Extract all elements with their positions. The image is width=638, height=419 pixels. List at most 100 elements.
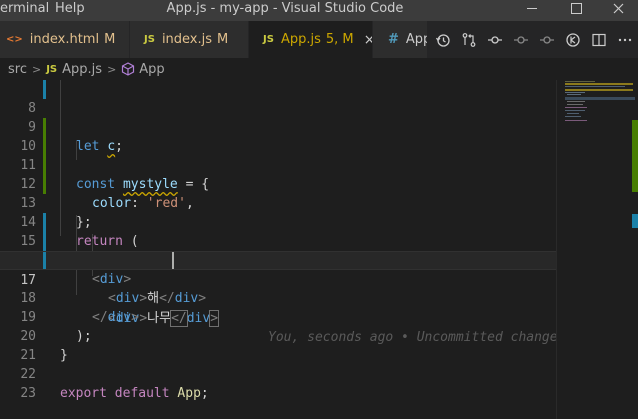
minimap-line — [567, 104, 583, 105]
next-commit-button[interactable] — [534, 27, 560, 53]
window-title: App.js - my-app - Visual Studio Code — [0, 0, 570, 17]
code-editor[interactable]: 8 let c; 9 10 const mystyle = { 11 color… — [0, 80, 556, 419]
minimap[interactable] — [556, 80, 638, 419]
breadcrumb-symbol[interactable]: App — [121, 62, 164, 77]
breadcrumb-folder-label: src — [8, 62, 27, 77]
minimap-line — [567, 94, 581, 95]
gutter-added-marker[interactable] — [43, 137, 46, 156]
breadcrumb-file[interactable]: JS App.js — [46, 62, 102, 77]
tab-close-button[interactable]: × — [364, 32, 373, 48]
minimize-icon — [527, 8, 537, 9]
more-actions-button[interactable] — [612, 27, 638, 53]
code-line: 9 — [0, 99, 556, 118]
text-cursor — [172, 252, 174, 269]
breadcrumb-symbol-label: App — [139, 62, 164, 77]
code-line: 11 color: 'red', — [0, 137, 556, 156]
punctuation: ; — [201, 386, 209, 401]
git-compare-icon — [461, 32, 477, 48]
minimize-button[interactable] — [512, 0, 552, 17]
chevron-right-icon: > — [107, 63, 116, 76]
tab-label: index.js — [162, 32, 212, 47]
split-editor-button[interactable] — [586, 27, 612, 53]
minimap-line — [565, 92, 585, 93]
tab-label: App.js — [281, 32, 321, 47]
code-line: 19 ); — [0, 289, 556, 308]
minimap-line — [565, 86, 625, 87]
go-to-commit-button[interactable] — [482, 27, 508, 53]
keyword: default — [115, 386, 170, 401]
tab-index-js[interactable]: JS index.js M — [130, 21, 249, 58]
code-line: 20 } — [0, 308, 556, 327]
tab-app-css[interactable]: # App — [373, 21, 428, 58]
gutter-added-marker[interactable] — [43, 175, 46, 194]
code-line: 16 <div>해</div> — [0, 232, 556, 251]
breadcrumb-folder[interactable]: src — [8, 62, 27, 77]
keyword: export — [60, 386, 107, 401]
tab-label: index.html — [30, 32, 99, 47]
minimap-line — [565, 107, 587, 108]
editor-actions — [428, 21, 638, 58]
gutter-added-marker[interactable] — [43, 156, 46, 175]
minimap-highlight — [565, 97, 635, 100]
minimap-line — [565, 81, 595, 82]
code-line: 10 const mystyle = { — [0, 118, 556, 137]
previous-commit-button[interactable] — [508, 27, 534, 53]
code-line: 21 — [0, 327, 556, 346]
gutter-added-marker[interactable] — [43, 118, 46, 137]
code-line: 14 return ( — [0, 194, 556, 213]
tab-status: M — [104, 32, 115, 47]
js-file-icon: JS — [144, 34, 155, 45]
minimap-line — [565, 120, 587, 121]
close-window-button[interactable] — [598, 0, 638, 17]
css-file-icon: # — [388, 32, 399, 47]
identifier: App — [177, 386, 200, 401]
code-line: 15 <div> — [0, 213, 556, 232]
minimap-highlight — [565, 89, 633, 91]
minimap-added-marker — [632, 120, 638, 192]
split-editor-icon — [591, 32, 607, 48]
minimap-line — [565, 116, 581, 117]
minimap-line — [567, 113, 579, 114]
code-line: 8 let c; — [0, 80, 556, 99]
tab-app-js[interactable]: JS App.js 5, M × — [249, 21, 373, 58]
timeline-button[interactable] — [430, 27, 456, 53]
tab-index-html[interactable]: <> index.html M — [0, 21, 130, 58]
code-line: 13 — [0, 175, 556, 194]
breadcrumb: src > JS App.js > App — [0, 58, 638, 80]
code-line-current: 17 <div>나무</div> You, seconds ago • Unco… — [0, 251, 556, 270]
code-line: 22 export default App; — [0, 346, 556, 365]
minimap-line — [567, 101, 585, 102]
gutter-modified-marker[interactable] — [43, 232, 46, 251]
gutter-modified-marker[interactable] — [43, 213, 46, 232]
gitlens-icon — [565, 32, 581, 48]
close-icon — [613, 3, 624, 14]
compare-changes-button[interactable] — [456, 27, 482, 53]
git-commit-icon — [487, 32, 503, 48]
toggle-blame-button[interactable] — [560, 27, 586, 53]
minimap-highlight — [565, 83, 633, 85]
git-commit-icon — [513, 32, 529, 48]
tab-status: 5, M — [326, 32, 354, 47]
title-bar: erminal Help App.js - my-app - Visual St… — [0, 0, 638, 21]
symbol-method-icon — [121, 62, 135, 76]
line-number: 23 — [0, 384, 36, 403]
chevron-right-icon: > — [32, 63, 41, 76]
maximize-button[interactable] — [556, 0, 596, 17]
code-line: 18 </div> — [0, 270, 556, 289]
minimap-line — [565, 110, 585, 111]
git-commit-icon — [539, 32, 555, 48]
gutter-modified-marker[interactable] — [43, 80, 46, 99]
code-line: 23 — [0, 365, 556, 384]
maximize-icon — [571, 3, 582, 14]
minimap-modified-marker — [632, 214, 638, 228]
gutter-modified-marker[interactable] — [43, 252, 46, 269]
breadcrumb-file-label: App.js — [62, 62, 102, 77]
tab-label: App — [406, 32, 428, 47]
html-file-icon: <> — [6, 34, 23, 45]
tab-status: M — [217, 32, 228, 47]
ellipsis-icon — [617, 32, 633, 48]
code-line: 12 }; — [0, 156, 556, 175]
js-file-icon: JS — [263, 34, 274, 45]
history-icon — [435, 32, 451, 48]
js-file-icon: JS — [46, 64, 57, 75]
